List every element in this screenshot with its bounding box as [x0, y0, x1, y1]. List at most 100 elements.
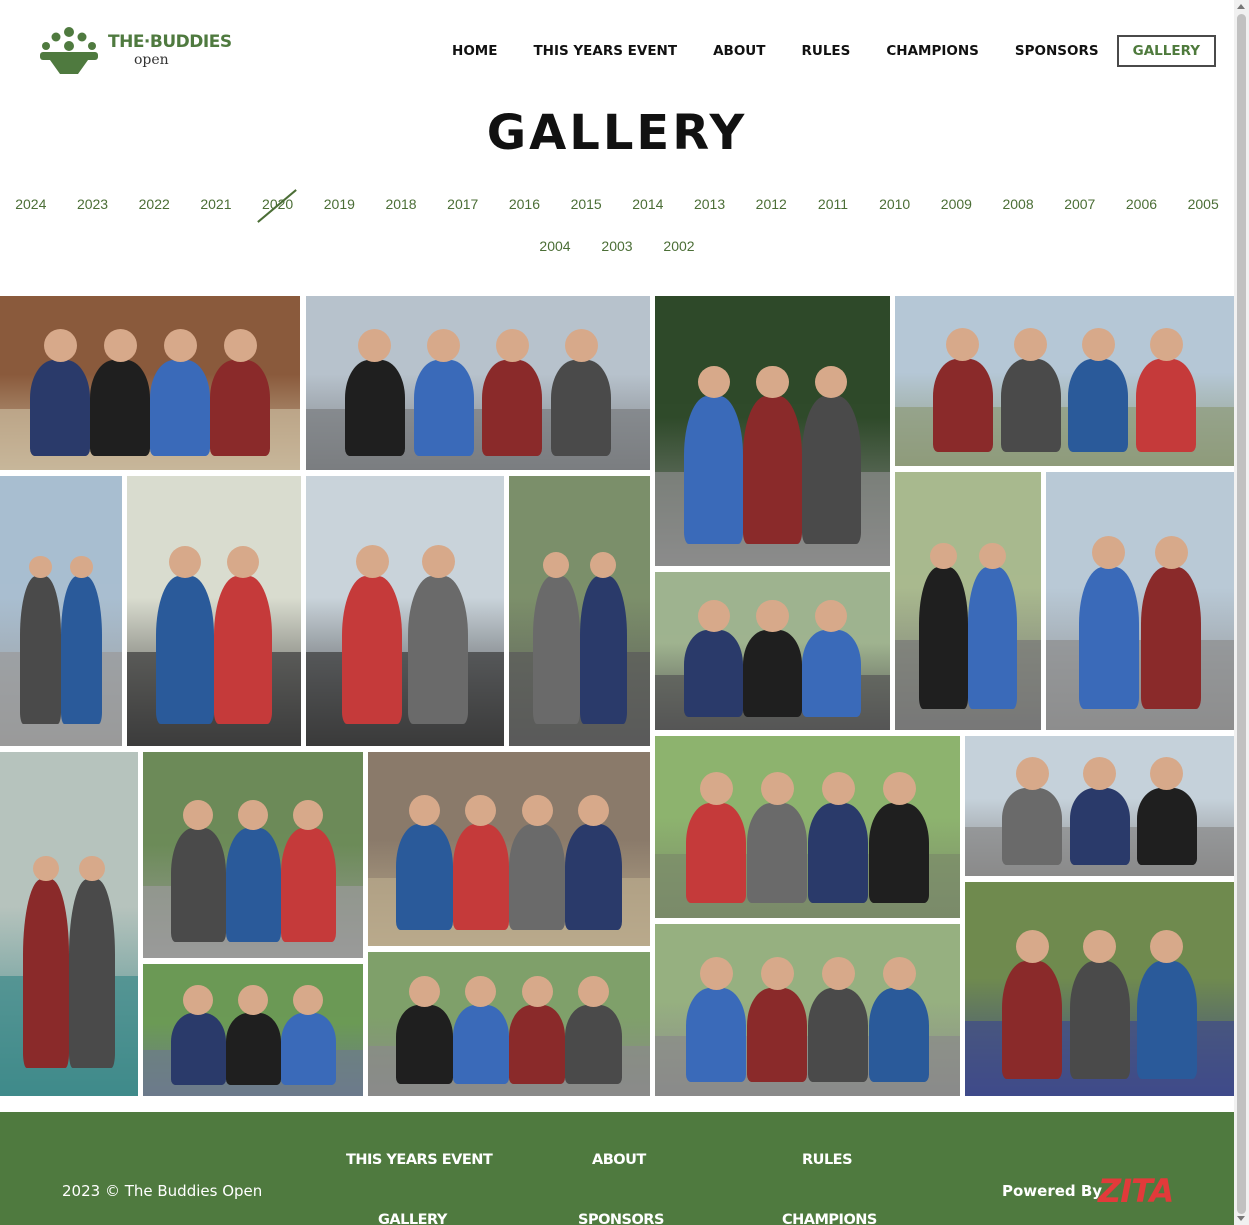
- year-link-2023[interactable]: 2023: [62, 196, 124, 216]
- site-logo[interactable]: THE·BUDDIES open: [36, 24, 232, 76]
- year-row-2: 2004 2003 2002: [0, 238, 1234, 258]
- gallery-photo[interactable]: [655, 296, 890, 566]
- year-link-2004[interactable]: 2004: [524, 238, 586, 258]
- person-head: [1083, 756, 1116, 790]
- year-link-2014[interactable]: 2014: [617, 196, 679, 216]
- person-head: [697, 365, 730, 398]
- gallery-photo[interactable]: [965, 736, 1234, 876]
- person-head: [756, 365, 789, 398]
- footer-link-about[interactable]: ABOUT: [592, 1152, 646, 1168]
- scroll-thumb[interactable]: [1237, 14, 1246, 1214]
- person-figure: [452, 823, 509, 931]
- person-figure: [413, 360, 474, 457]
- year-link-2015[interactable]: 2015: [555, 196, 617, 216]
- year-link-2005[interactable]: 2005: [1172, 196, 1234, 216]
- person-head: [163, 329, 197, 363]
- photo-background: [1046, 472, 1234, 576]
- nav-home[interactable]: HOME: [452, 43, 497, 59]
- footer-link-rules[interactable]: RULES: [802, 1152, 853, 1168]
- photo-ground: [1046, 639, 1234, 730]
- year-link-2019[interactable]: 2019: [308, 196, 370, 216]
- person-head: [521, 794, 553, 826]
- gallery-photo[interactable]: [655, 572, 890, 730]
- nav-rules[interactable]: RULES: [801, 43, 850, 59]
- gallery-photo[interactable]: [306, 296, 650, 470]
- year-link-2016[interactable]: 2016: [494, 196, 556, 216]
- person-head: [564, 329, 598, 363]
- person-head: [227, 546, 259, 578]
- gallery-photo[interactable]: [965, 882, 1234, 1096]
- year-link-2009[interactable]: 2009: [926, 196, 988, 216]
- photo-background: [509, 476, 650, 584]
- person-head: [1015, 756, 1049, 790]
- person-figure: [452, 1005, 509, 1085]
- person-figure: [90, 360, 150, 457]
- year-link-2002[interactable]: 2002: [648, 238, 710, 258]
- nav-about[interactable]: ABOUT: [713, 43, 765, 59]
- person-head: [1149, 327, 1183, 361]
- year-link-2006[interactable]: 2006: [1111, 196, 1173, 216]
- person-head: [408, 976, 440, 1008]
- logo-title: THE·BUDDIES: [108, 31, 232, 52]
- nav-champions[interactable]: CHAMPIONS: [886, 43, 979, 59]
- photo-background: [895, 472, 1041, 576]
- year-link-2003[interactable]: 2003: [586, 238, 648, 258]
- year-link-2017[interactable]: 2017: [432, 196, 494, 216]
- gallery-photo[interactable]: [655, 736, 960, 918]
- gallery-photo[interactable]: [368, 952, 650, 1096]
- footer-link-gallery[interactable]: GALLERY: [378, 1212, 447, 1225]
- year-link-2022[interactable]: 2022: [123, 196, 185, 216]
- person-figure: [1000, 358, 1061, 453]
- gallery-photo[interactable]: [143, 964, 363, 1096]
- person-figure: [1136, 358, 1197, 453]
- footer-link-champions[interactable]: CHAMPIONS: [782, 1212, 877, 1225]
- person-figure: [342, 575, 402, 725]
- nav-sponsors[interactable]: SPONSORS: [1015, 43, 1099, 59]
- year-link-2021[interactable]: 2021: [185, 196, 247, 216]
- footer-link-sponsors[interactable]: SPONSORS: [578, 1212, 664, 1225]
- person-figure: [932, 358, 993, 453]
- scroll-down-arrow-icon[interactable]: [1237, 1216, 1245, 1221]
- zita-logo[interactable]: ZITA: [1098, 1172, 1174, 1210]
- nav-gallery[interactable]: GALLERY: [1116, 34, 1216, 67]
- person-head: [882, 772, 916, 806]
- person-figure: [30, 360, 90, 457]
- gallery-photo[interactable]: [895, 296, 1234, 466]
- year-link-2013[interactable]: 2013: [679, 196, 741, 216]
- person-figure: [869, 987, 929, 1083]
- gallery-photo[interactable]: [0, 476, 122, 746]
- gallery-photo[interactable]: [306, 476, 504, 746]
- person-figure: [968, 567, 1017, 710]
- nav-this-years-event[interactable]: THIS YEARS EVENT: [533, 43, 677, 59]
- gallery-photo[interactable]: [0, 752, 138, 1096]
- gallery-photo[interactable]: [655, 924, 960, 1096]
- person-head: [946, 327, 980, 361]
- person-figure: [509, 823, 566, 931]
- footer-link-this-years-event[interactable]: THIS YEARS EVENT: [346, 1152, 493, 1168]
- year-link-2007[interactable]: 2007: [1049, 196, 1111, 216]
- gallery-photo[interactable]: [1046, 472, 1234, 730]
- gallery-photo[interactable]: [143, 752, 363, 958]
- gallery-photo[interactable]: [0, 296, 300, 470]
- gallery-photo[interactable]: [127, 476, 301, 746]
- person-figure: [565, 823, 622, 931]
- person-head: [237, 984, 269, 1015]
- scroll-up-arrow-icon[interactable]: [1237, 4, 1245, 9]
- year-link-2020[interactable]: 2020: [247, 196, 309, 216]
- year-link-2008[interactable]: 2008: [987, 196, 1049, 216]
- year-link-2011[interactable]: 2011: [802, 196, 864, 216]
- person-head: [103, 329, 137, 363]
- person-figure: [344, 360, 405, 457]
- photo-background: [0, 752, 138, 890]
- gallery-photo[interactable]: [509, 476, 650, 746]
- year-link-2010[interactable]: 2010: [864, 196, 926, 216]
- page-scrollbar[interactable]: [1234, 0, 1249, 1225]
- year-link-2024[interactable]: 2024: [0, 196, 62, 216]
- year-link-2012[interactable]: 2012: [740, 196, 802, 216]
- gallery-photo[interactable]: [368, 752, 650, 946]
- person-head: [292, 984, 324, 1015]
- gallery-photo[interactable]: [895, 472, 1041, 730]
- year-link-2018[interactable]: 2018: [370, 196, 432, 216]
- person-head: [182, 984, 214, 1015]
- person-head: [1150, 756, 1184, 790]
